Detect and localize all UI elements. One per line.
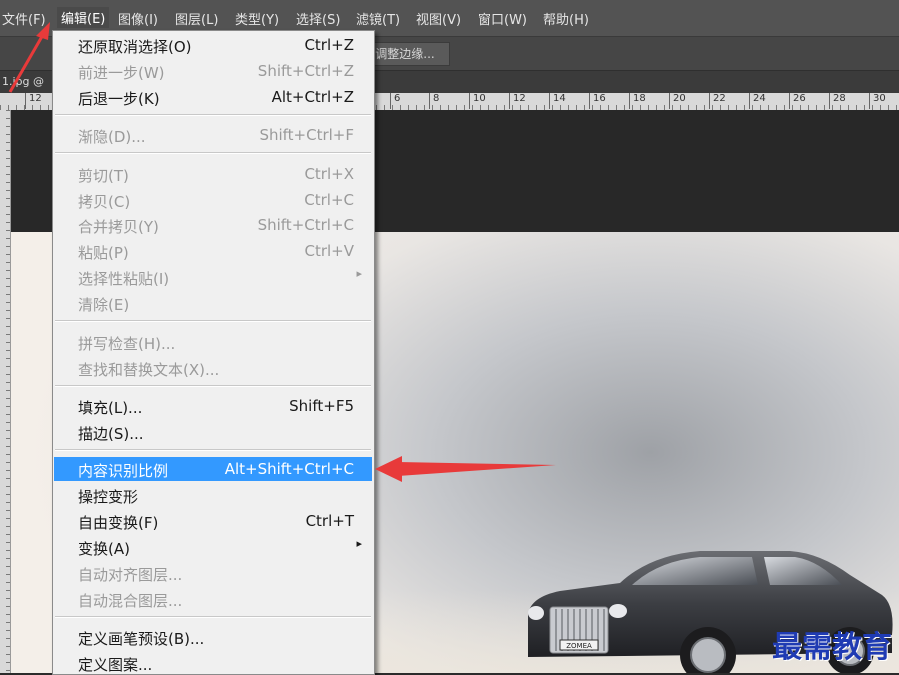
watermark-text: 最需教育 bbox=[772, 630, 892, 665]
annotation-arrow-icon bbox=[8, 22, 556, 482]
